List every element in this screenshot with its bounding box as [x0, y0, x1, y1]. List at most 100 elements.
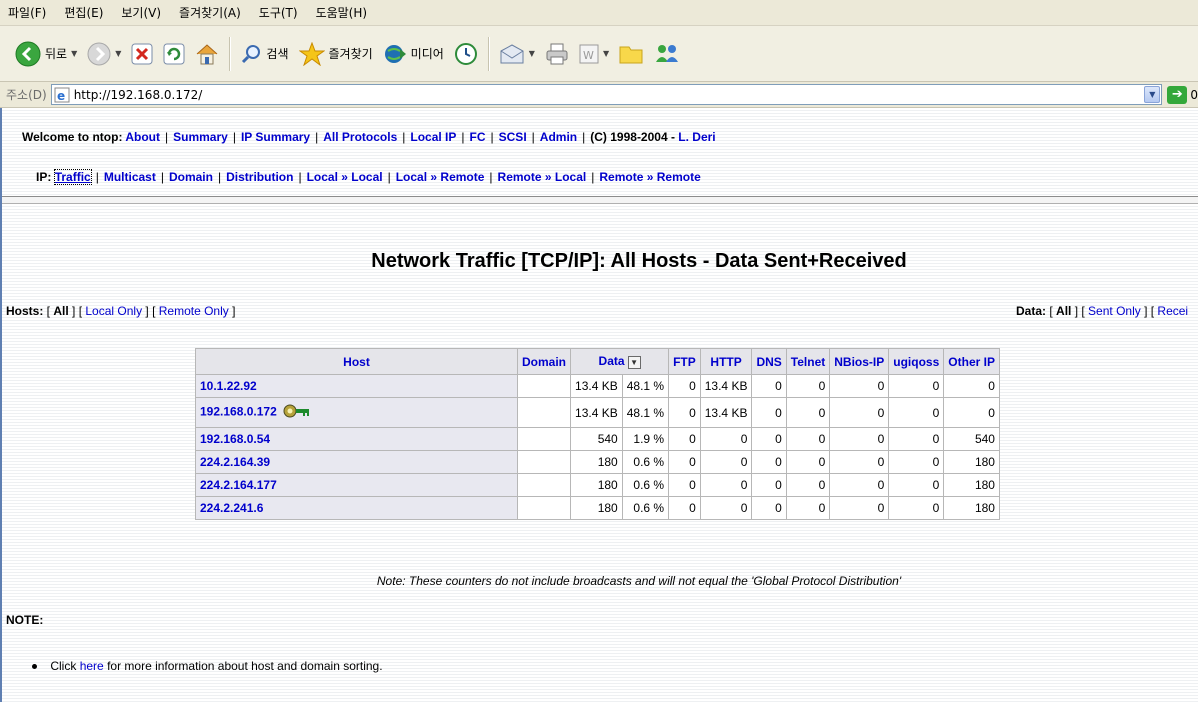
hosts-filter-local[interactable]: Local Only — [85, 304, 142, 318]
chevron-down-icon[interactable]: ▼ — [71, 49, 77, 58]
nav-author[interactable]: L. Deri — [678, 130, 715, 144]
subnav-remote-remote[interactable]: Remote » Remote — [599, 170, 700, 184]
domain-cell — [516, 374, 572, 398]
col-host[interactable]: Host — [195, 348, 518, 375]
edit-button[interactable]: W ▼ — [574, 34, 614, 74]
menu-favorites[interactable]: 즐겨찾기(A) — [170, 4, 250, 21]
nav-separator: | — [531, 130, 535, 144]
menu-view[interactable]: 보기(V) — [112, 4, 170, 21]
telnet-cell: 0 — [785, 496, 831, 520]
note-list-item: Click here for more information about ho… — [32, 659, 383, 673]
data-filter-all: All — [1056, 304, 1072, 318]
search-label: 검색 — [266, 47, 289, 61]
data-filter-received[interactable]: Recei — [1157, 304, 1188, 318]
subnav-multicast[interactable]: Multicast — [104, 170, 156, 184]
ftp-cell: 0 — [668, 427, 701, 451]
chevron-down-icon[interactable]: ▼ — [529, 49, 535, 58]
back-button[interactable]: 뒤로 ▼ — [10, 34, 82, 74]
nav-all-protocols[interactable]: All Protocols — [323, 130, 397, 144]
menu-file[interactable]: 파일(F) — [0, 4, 55, 21]
home-button[interactable] — [190, 34, 224, 74]
sorting-help-link[interactable]: here — [80, 659, 104, 673]
host-link[interactable]: 224.2.164.39 — [200, 455, 270, 469]
host-link[interactable]: 224.2.241.6 — [200, 501, 263, 515]
sort-descending-icon[interactable]: ▼ — [627, 355, 641, 369]
col-data-label: Data — [598, 354, 625, 369]
col-ftp[interactable]: FTP — [668, 348, 701, 375]
mail-icon — [500, 43, 524, 63]
nav-scsi[interactable]: SCSI — [499, 130, 527, 144]
subnav-distribution[interactable]: Distribution — [226, 170, 293, 184]
col-http[interactable]: HTTP — [699, 348, 753, 375]
forward-arrow-icon — [87, 42, 111, 65]
subnav-remote-local[interactable]: Remote » Local — [498, 170, 587, 184]
chevron-down-icon[interactable]: ▼ — [1144, 86, 1161, 103]
forward-button[interactable]: ▼ — [82, 34, 126, 74]
ie-page-icon: e — [54, 87, 70, 103]
menu-edit[interactable]: 편집(E) — [55, 4, 112, 21]
messenger-button[interactable] — [648, 34, 686, 74]
http-cell: 0 — [699, 450, 753, 474]
nav-admin[interactable]: Admin — [540, 130, 577, 144]
svg-text:W: W — [583, 49, 594, 62]
table-row: 224.2.164.39 180 0.6 % 0 0 0 0 0 0 180 — [195, 450, 1000, 474]
col-telnet[interactable]: Telnet — [785, 348, 831, 375]
subnav-local-remote[interactable]: Local » Remote — [396, 170, 485, 184]
col-domain[interactable]: Domain — [516, 348, 572, 375]
chevron-down-icon[interactable]: ▼ — [115, 49, 121, 58]
discuss-button[interactable] — [614, 34, 648, 74]
domain-cell — [516, 450, 572, 474]
counters-note: Note: These counters do not include broa… — [376, 574, 902, 588]
nav-separator: | — [591, 170, 595, 184]
address-input[interactable]: e http://192.168.0.172/ ▼ — [50, 84, 1163, 105]
stop-icon — [131, 43, 153, 64]
subnav-domain[interactable]: Domain — [169, 170, 213, 184]
media-button[interactable]: 미디어 — [378, 34, 449, 74]
col-ugiqoss[interactable]: ugiqoss — [888, 348, 945, 375]
col-dns[interactable]: DNS — [751, 348, 787, 375]
nav-local-ip[interactable]: Local IP — [410, 130, 456, 144]
refresh-button[interactable] — [158, 34, 190, 74]
col-nbios-ip[interactable]: NBios-IP — [829, 348, 890, 375]
nav-fc[interactable]: FC — [470, 130, 486, 144]
col-other-ip[interactable]: Other IP — [943, 348, 1000, 375]
chevron-down-icon[interactable]: ▼ — [603, 49, 609, 58]
nav-separator: | — [165, 130, 169, 144]
traffic-table: Host Domain Data ▼ FTP HTTP DNS Telnet NB… — [195, 348, 1000, 520]
search-button[interactable]: 검색 — [235, 34, 293, 74]
nav-separator: | — [315, 130, 319, 144]
favorites-button[interactable]: 즐겨찾기 — [294, 34, 378, 74]
nav-separator: | — [232, 130, 236, 144]
data-filter-sent[interactable]: Sent Only — [1088, 304, 1141, 318]
data-percent-cell: 48.1 % — [621, 374, 670, 398]
host-cell: 10.1.22.92 — [195, 374, 518, 398]
mail-button[interactable]: ▼ — [494, 34, 540, 74]
domain-cell — [516, 473, 572, 497]
go-label: 0 — [1190, 87, 1198, 102]
menu-help[interactable]: 도움말(H) — [307, 4, 377, 21]
history-button[interactable] — [449, 34, 483, 74]
host-link[interactable]: 224.2.164.177 — [200, 478, 277, 492]
hosts-filter-all: All — [53, 304, 69, 318]
host-link[interactable]: 192.168.0.54 — [200, 432, 270, 446]
subnav-traffic[interactable]: Traffic — [53, 169, 92, 185]
go-button[interactable]: ➔ — [1167, 85, 1188, 104]
host-link[interactable]: 192.168.0.172 — [200, 405, 277, 419]
subnav-local-local[interactable]: Local » Local — [307, 170, 383, 184]
menu-tools[interactable]: 도구(T) — [250, 4, 307, 21]
dns-cell: 0 — [751, 450, 787, 474]
http-cell: 0 — [699, 427, 753, 451]
main-nav: Welcome to ntop: About | Summary | IP Summar… — [22, 130, 716, 144]
hosts-filter-remote[interactable]: Remote Only — [159, 304, 229, 318]
home-icon — [197, 43, 218, 64]
host-link[interactable]: 10.1.22.92 — [200, 379, 257, 393]
data-percent-cell: 48.1 % — [621, 397, 670, 428]
col-data[interactable]: Data ▼ — [570, 348, 670, 375]
nav-about[interactable]: About — [125, 130, 160, 144]
bullet-icon — [32, 664, 37, 670]
nav-ip-summary[interactable]: IP Summary — [241, 130, 310, 144]
stop-button[interactable] — [126, 34, 158, 74]
ftp-cell: 0 — [668, 397, 701, 428]
print-button[interactable] — [540, 34, 574, 74]
nav-summary[interactable]: Summary — [173, 130, 228, 144]
